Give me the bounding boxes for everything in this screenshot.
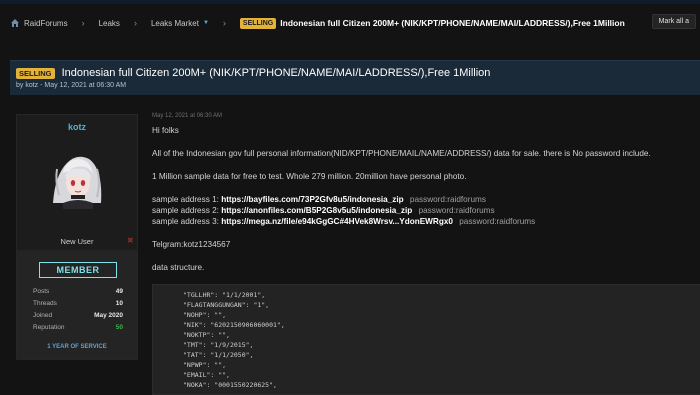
thread-title: SELLING Indonesian full Citizen 200M+ (N… — [16, 67, 490, 79]
post-greeting: Hi folks — [152, 126, 179, 135]
sample-password: password:raidforums — [409, 195, 486, 204]
stat-value: May 2020 — [94, 312, 123, 319]
sample-link[interactable]: https://anonfiles.com/B5P2G8v5u5/indones… — [221, 206, 412, 215]
post-telegram: Telgram:kotz1234567 — [152, 240, 231, 249]
chevron-right-icon: › — [222, 18, 226, 28]
code-line: "NOKA": "0001550220625", — [183, 381, 277, 389]
sample-label: sample address 2: — [152, 206, 219, 215]
stat-label: Joined — [33, 312, 53, 319]
post-sample-info: 1 Million sample data for free to test. … — [152, 172, 467, 181]
sample-password: password:raidforums — [418, 206, 495, 215]
user-title: New User — [60, 237, 94, 246]
stat-joined: Joined May 2020 — [33, 312, 123, 319]
thread-meta: by kotz - May 12, 2021 at 06:30 AM — [16, 82, 127, 89]
code-line: "EMAIL": "", — [183, 371, 230, 379]
thread-header: SELLING Indonesian full Citizen 200M+ (N… — [10, 60, 700, 95]
selling-badge: SELLING — [239, 17, 277, 29]
code-line: "TMT": "1/9/2015", — [183, 341, 254, 349]
breadcrumb-leaks-market-label: Leaks Market — [150, 18, 199, 28]
thread-title-text: Indonesian full Citizen 200M+ (NIK/KPT/P… — [61, 67, 491, 79]
stat-value[interactable]: 49 — [116, 288, 123, 295]
sample-address-row: sample address 2: https://anonfiles.com/… — [152, 206, 495, 215]
post-intro: All of the Indonesian gov full personal … — [152, 149, 651, 158]
code-line: "NOKTP": "", — [183, 331, 230, 339]
code-line: "NPWP": "", — [183, 361, 227, 369]
post-structure-label: data structure. — [152, 263, 205, 272]
chevron-right-icon: › — [133, 18, 137, 28]
code-line: "NOHP": "", — [183, 311, 227, 319]
code-line: "NIK": "6202150906060001", — [183, 321, 285, 329]
sample-label: sample address 1: — [152, 195, 219, 204]
code-block[interactable]: "TGLLHR": "1/1/2001", "FLAGTANGGUNGAN": … — [152, 284, 700, 395]
home-icon[interactable] — [10, 18, 20, 28]
breadcrumb: RaidForums › Leaks › Leaks Market ▼ › SE… — [0, 8, 700, 38]
stat-label: Threads — [33, 300, 57, 307]
stat-label: Posts — [33, 288, 50, 295]
user-stats-box: MEMBER Posts 49 Threads 10 Joined May 20… — [17, 250, 137, 359]
breadcrumb-leaks[interactable]: Leaks — [99, 19, 120, 28]
stat-label: Reputation — [33, 324, 65, 331]
member-rank-badge: MEMBER — [39, 262, 117, 278]
stat-reputation: Reputation 50 — [33, 324, 123, 331]
avatar[interactable] — [45, 145, 109, 209]
caret-down-icon: ▼ — [202, 20, 209, 26]
post-date[interactable]: May 12, 2021 at 06:30 AM — [152, 113, 222, 119]
chevron-right-icon: › — [81, 18, 85, 28]
offline-status-icon: ✖ — [127, 236, 134, 245]
mark-all-read-button[interactable]: Mark all a — [651, 14, 696, 29]
selling-badge: SELLING — [16, 68, 55, 79]
sample-link[interactable]: https://bayfiles.com/73P2Gfv8u5/indonesi… — [221, 195, 403, 204]
stat-value[interactable]: 50 — [116, 324, 123, 331]
breadcrumb-current-title: Indonesian full Citizen 200M+ (NIK/KPT/P… — [280, 18, 625, 28]
sample-password: password:raidforums — [459, 217, 536, 226]
sample-label: sample address 3: — [152, 217, 219, 226]
user-panel: kotz New User ✖ MEMBER Posts 49 Threads … — [16, 114, 138, 360]
code-line: "FLAGTANGGUNGAN": "1", — [183, 301, 270, 309]
breadcrumb-raidforums[interactable]: RaidForums — [24, 19, 68, 28]
top-bar — [0, 0, 700, 4]
sample-address-row: sample address 1: https://bayfiles.com/7… — [152, 195, 486, 204]
code-line: "TGLLHR": "1/1/2001", — [183, 291, 266, 299]
sample-link[interactable]: https://mega.nz/file/e94kGgGC#4HVek8Wrsv… — [221, 217, 453, 226]
code-line: "TAT": "1/1/2050", — [183, 351, 254, 359]
breadcrumb-leaks-market[interactable]: Leaks Market ▼ — [151, 19, 209, 28]
stat-posts: Posts 49 — [33, 288, 123, 295]
service-award: 1 YEAR OF SERVICE — [47, 344, 107, 350]
stat-threads: Threads 10 — [33, 300, 123, 307]
sample-address-row: sample address 3: https://mega.nz/file/e… — [152, 217, 535, 226]
stat-value[interactable]: 10 — [116, 300, 123, 307]
username-link[interactable]: kotz — [17, 122, 137, 132]
